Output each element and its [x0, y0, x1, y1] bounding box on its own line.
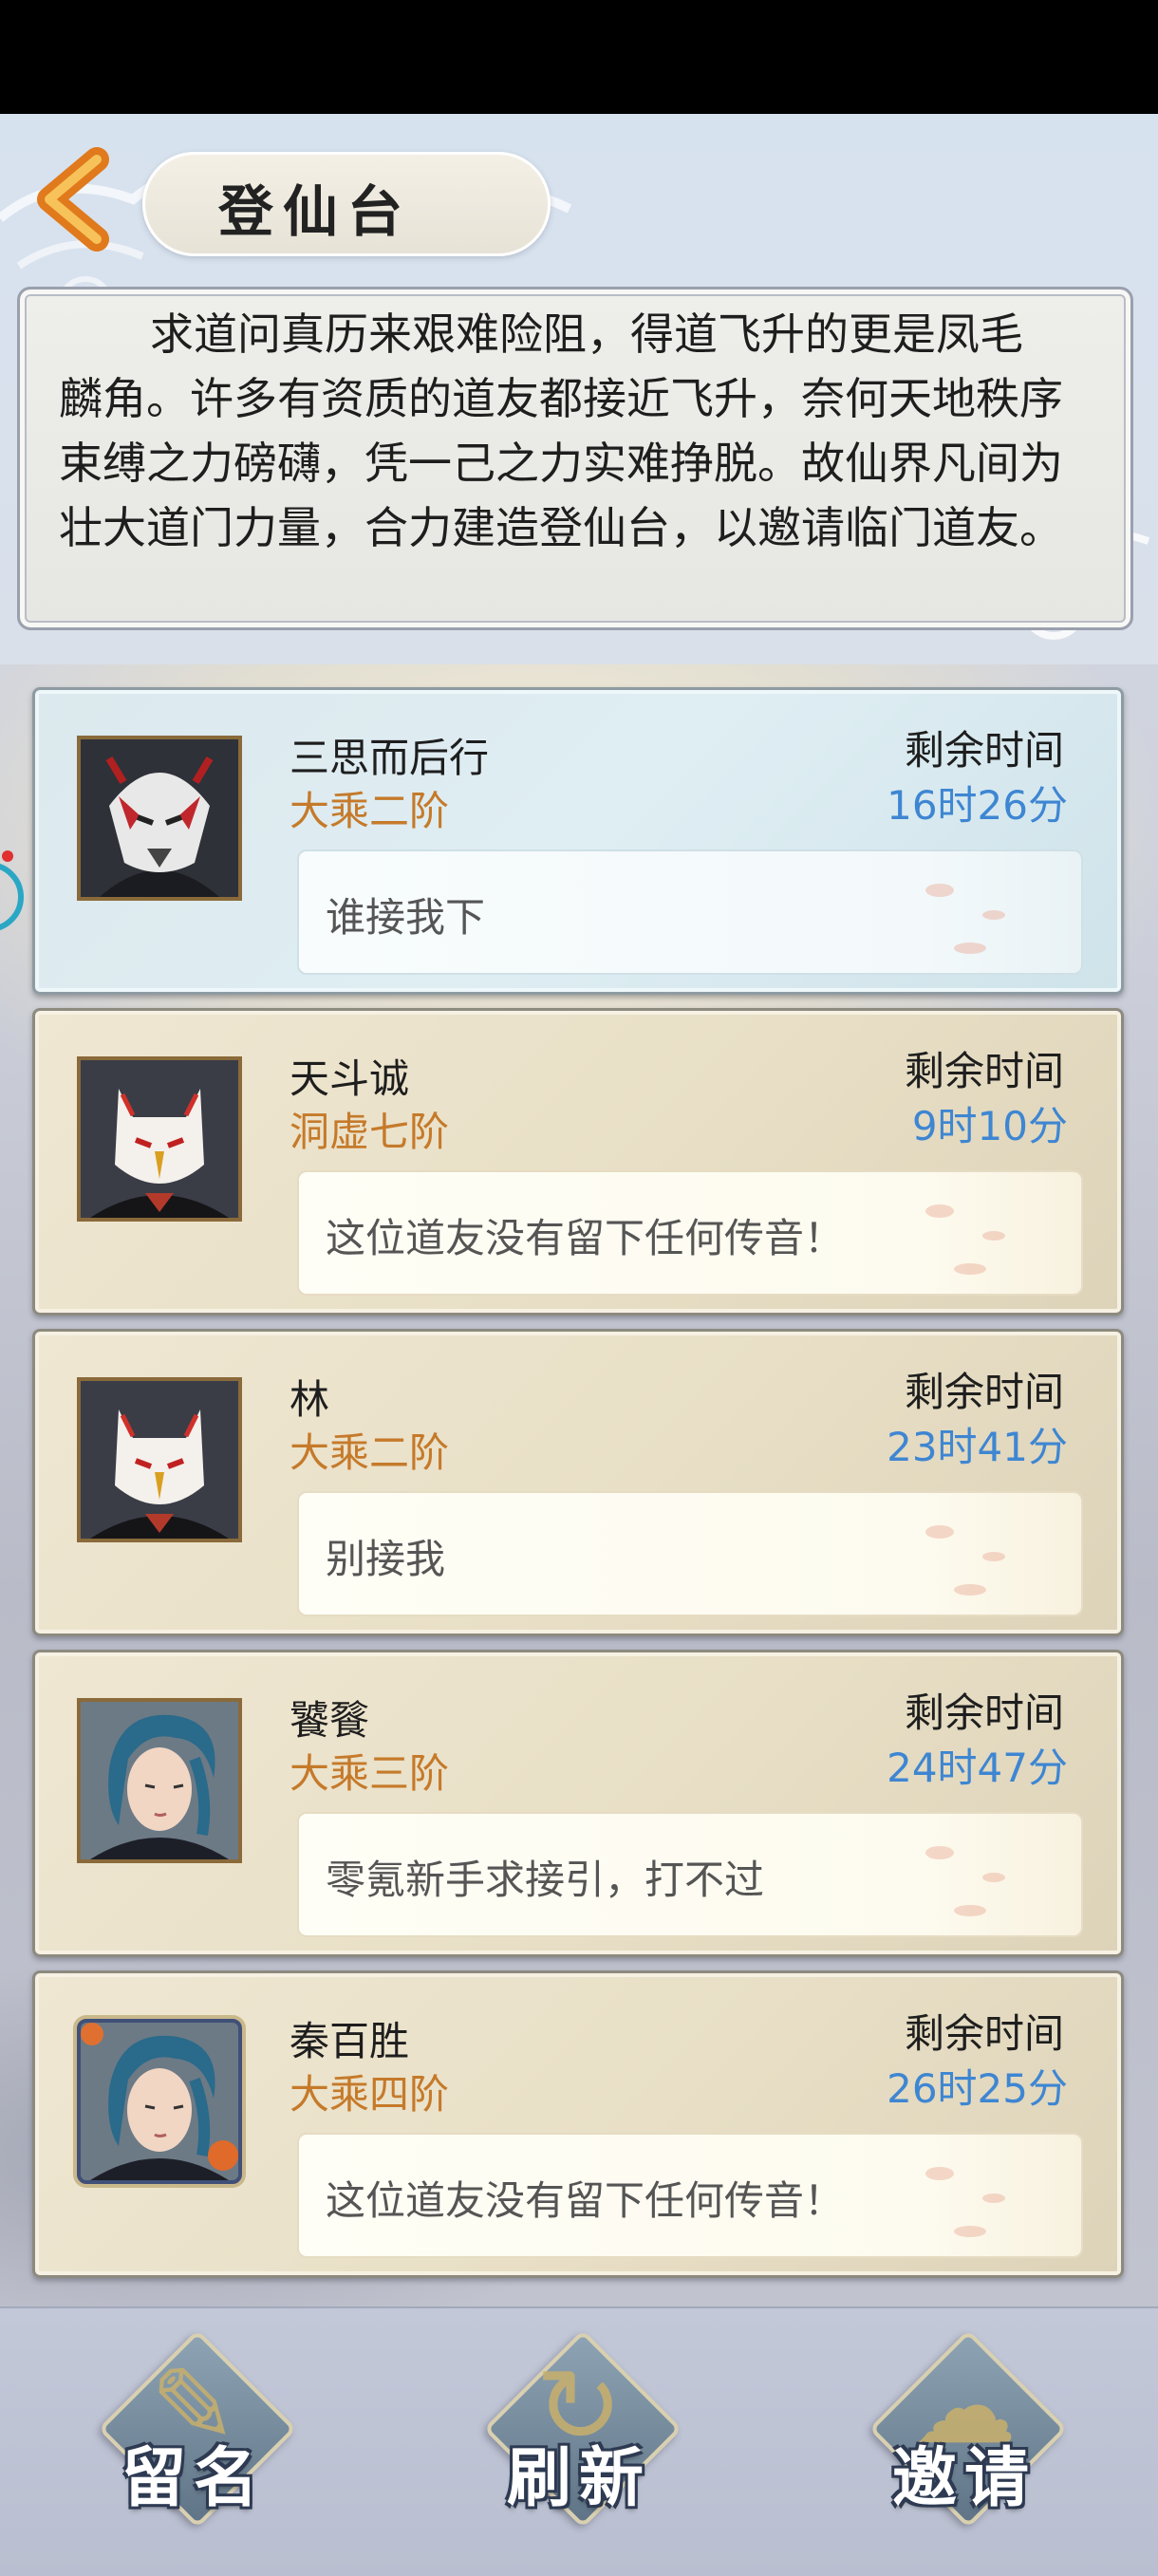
petal-decoration — [982, 910, 1005, 920]
player-rank: 大乘二阶 — [290, 788, 450, 834]
refresh-button[interactable]: ↻ 刷新 — [465, 2321, 693, 2548]
message-bubble: 这位道友没有留下任何传音！ — [297, 1170, 1083, 1296]
fox-mask-avatar-icon — [81, 1060, 238, 1218]
petal-decoration — [925, 1525, 954, 1539]
time-remaining-label: 剩余时间 — [904, 727, 1064, 774]
petal-decoration — [954, 2226, 986, 2237]
player-rank: 大乘三阶 — [290, 1750, 450, 1797]
list-item[interactable]: 天斗诚 洞虚七阶 剩余时间 9时10分 这位道友没有留下任何传音！ — [32, 1008, 1124, 1316]
player-rank: 洞虚七阶 — [290, 1109, 450, 1155]
player-name: 三思而后行 — [290, 735, 490, 781]
list-item[interactable]: 饕餮 大乘三阶 剩余时间 24时47分 零氪新手求接引，打不过 — [32, 1650, 1124, 1957]
petal-decoration — [954, 943, 986, 954]
message-text: 这位道友没有留下任何传音！ — [326, 1215, 845, 1261]
leave-name-button[interactable]: ✎ 留名 — [80, 2321, 308, 2548]
message-bubble: 零氪新手求接引，打不过 — [297, 1812, 1083, 1937]
time-remaining-label: 剩余时间 — [904, 1048, 1064, 1094]
player-rank: 大乘四阶 — [290, 2071, 450, 2118]
avatar — [77, 736, 242, 901]
time-remaining-label: 剩余时间 — [904, 2010, 1064, 2057]
time-remaining-label: 剩余时间 — [904, 1369, 1064, 1415]
time-remaining-value: 16时26分 — [887, 782, 1068, 829]
avatar — [77, 1698, 242, 1863]
blue-hair-avatar-icon — [81, 2023, 238, 2180]
time-remaining-value: 24时47分 — [887, 1745, 1068, 1791]
avatar — [77, 1056, 242, 1222]
side-ring-decoration — [0, 850, 24, 930]
player-name: 天斗诚 — [290, 1055, 410, 1102]
page-title: 登仙台 — [218, 179, 413, 244]
refresh-label: 刷新 — [506, 2440, 651, 2516]
list-item[interactable]: 林 大乘二阶 剩余时间 23时41分 别接我 — [32, 1329, 1124, 1636]
petal-decoration — [925, 1204, 954, 1218]
time-remaining-value: 26时25分 — [887, 2065, 1068, 2112]
list-item[interactable]: 秦百胜 大乘四阶 剩余时间 26时25分 这位道友没有留下任何传音！ — [32, 1970, 1124, 2278]
mask-avatar-icon — [81, 739, 238, 897]
message-text: 谁接我下 — [326, 894, 486, 941]
fox-mask-avatar-icon — [81, 1381, 238, 1539]
message-text: 这位道友没有留下任何传音！ — [326, 2177, 845, 2224]
avatar — [77, 1377, 242, 1542]
message-bubble: 别接我 — [297, 1491, 1083, 1616]
petal-decoration — [954, 1584, 986, 1596]
petal-decoration — [954, 1263, 986, 1275]
petal-decoration — [925, 884, 954, 897]
avatar — [77, 2019, 242, 2184]
chevron-left-icon — [37, 147, 109, 252]
player-name: 秦百胜 — [290, 2018, 410, 2064]
blue-hair-avatar-icon — [81, 1702, 238, 1859]
back-button[interactable] — [21, 142, 116, 256]
player-name: 林 — [290, 1376, 330, 1423]
petal-decoration — [925, 1846, 954, 1859]
message-bubble: 这位道友没有留下任何传音！ — [297, 2133, 1083, 2258]
invite-label: 邀请 — [891, 2440, 1037, 2516]
intro-text: 求道问真历来艰难险阻，得道飞升的更是凤毛麟角。许多有资质的道友都接近飞升，奈何天… — [59, 308, 1063, 553]
message-text: 别接我 — [326, 1536, 446, 1582]
petal-decoration — [982, 2193, 1005, 2203]
player-name: 饕餮 — [290, 1697, 370, 1744]
time-remaining-label: 剩余时间 — [904, 1689, 1064, 1736]
list-item[interactable]: 三思而后行 大乘二阶 剩余时间 16时26分 谁接我下 — [32, 687, 1124, 995]
status-bar — [0, 0, 1158, 114]
petal-decoration — [954, 1905, 986, 1916]
petal-decoration — [925, 2167, 954, 2180]
message-bubble: 谁接我下 — [297, 849, 1083, 975]
petal-decoration — [982, 1231, 1005, 1241]
leave-name-label: 留名 — [121, 2440, 266, 2516]
message-text: 零氪新手求接引，打不过 — [326, 1857, 765, 1903]
petal-decoration — [982, 1552, 1005, 1561]
player-rank: 大乘二阶 — [290, 1429, 450, 1476]
petal-decoration — [982, 1873, 1005, 1882]
invite-button[interactable]: ☁ 邀请 — [850, 2321, 1078, 2548]
time-remaining-value: 9时10分 — [911, 1103, 1068, 1149]
time-remaining-value: 23时41分 — [887, 1424, 1068, 1470]
